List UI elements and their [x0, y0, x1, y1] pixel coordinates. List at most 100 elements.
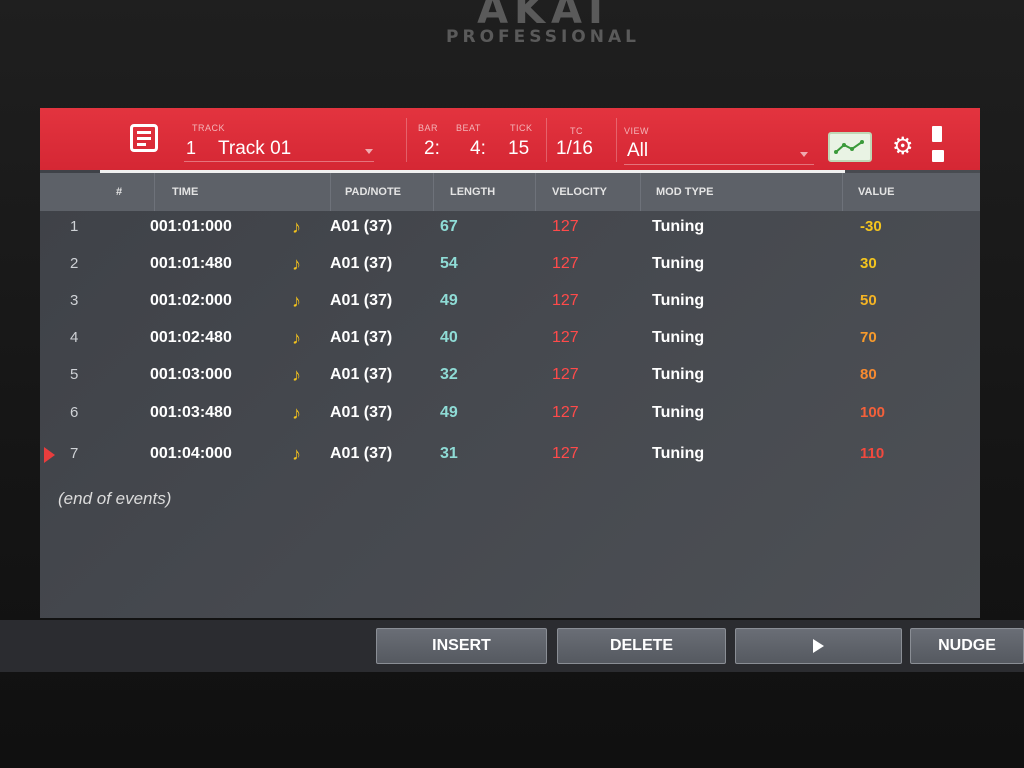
note-icon: ♪ — [292, 328, 301, 348]
event-number: 1 — [70, 218, 79, 235]
event-value[interactable]: 110 — [860, 435, 884, 473]
event-value[interactable]: 100 — [860, 394, 885, 432]
event-pad[interactable]: A01 (37) — [330, 356, 392, 394]
beat-value[interactable]: 4: — [470, 138, 486, 160]
event-length[interactable]: 49 — [440, 282, 458, 320]
insert-button[interactable]: INSERT — [376, 628, 547, 664]
event-pad[interactable]: A01 (37) — [330, 208, 392, 246]
event-time[interactable]: 001:02:480 — [150, 319, 232, 357]
end-of-events-label: (end of events) — [58, 489, 172, 508]
nudge-button[interactable]: NUDGE — [910, 628, 1024, 664]
event-length[interactable]: 32 — [440, 356, 458, 394]
event-length[interactable]: 40 — [440, 319, 458, 357]
col-length[interactable]: LENGTH — [450, 186, 495, 198]
event-length[interactable]: 67 — [440, 208, 458, 246]
event-mod-type[interactable]: Tuning — [652, 282, 704, 320]
tc-label: TC — [570, 126, 583, 136]
event-pad[interactable]: A01 (37) — [330, 435, 392, 473]
event-time[interactable]: 001:01:480 — [150, 245, 232, 283]
note-icon: ♪ — [292, 217, 301, 237]
col-velocity[interactable]: VELOCITY — [552, 186, 607, 198]
event-mod-type[interactable]: Tuning — [652, 394, 704, 432]
brand-sub: PROFESSIONAL — [446, 27, 640, 47]
event-value[interactable]: 30 — [860, 245, 877, 283]
cpu-icon — [932, 150, 944, 162]
track-field-underline — [184, 161, 374, 162]
event-number: 6 — [70, 404, 79, 421]
event-velocity[interactable]: 127 — [552, 394, 579, 432]
note-icon: ♪ — [292, 444, 301, 464]
event-value[interactable]: 70 — [860, 319, 877, 357]
event-value[interactable]: -30 — [860, 208, 882, 246]
track-dropdown-icon[interactable] — [365, 149, 373, 154]
tick-value[interactable]: 15 — [508, 138, 529, 160]
col-pad[interactable]: PAD/NOTE — [345, 186, 401, 198]
event-pad[interactable]: A01 (37) — [330, 394, 392, 432]
menu-icon[interactable] — [130, 124, 158, 152]
battery-icon — [932, 126, 942, 142]
col-mod-type[interactable]: MOD TYPE — [656, 186, 713, 198]
event-time[interactable]: 001:03:480 — [150, 394, 232, 432]
event-row[interactable]: 3 001:02:000 ♪ A01 (37) 49 127 Tuning 50 — [40, 282, 980, 320]
event-row[interactable]: 4 001:02:480 ♪ A01 (37) 40 127 Tuning 70 — [40, 319, 980, 357]
col-divider — [330, 173, 331, 211]
event-number: 3 — [70, 292, 79, 309]
delete-button[interactable]: DELETE — [557, 628, 726, 664]
col-time[interactable]: TIME — [172, 186, 198, 198]
col-divider — [433, 173, 434, 211]
track-number[interactable]: 1 — [186, 138, 196, 159]
track-name[interactable]: Track 01 — [218, 138, 291, 160]
event-time[interactable]: 001:01:000 — [150, 208, 232, 246]
header-divider — [546, 118, 547, 162]
event-length[interactable]: 54 — [440, 245, 458, 283]
note-icon: ♪ — [292, 291, 301, 311]
event-mod-type[interactable]: Tuning — [652, 319, 704, 357]
note-icon: ♪ — [292, 254, 301, 274]
event-row[interactable]: 2 001:01:480 ♪ A01 (37) 54 127 Tuning 30 — [40, 245, 980, 283]
event-number: 2 — [70, 255, 79, 272]
event-velocity[interactable]: 127 — [552, 356, 579, 394]
event-pad[interactable]: A01 (37) — [330, 319, 392, 357]
event-time[interactable]: 001:04:000 — [150, 435, 232, 473]
event-row-selected[interactable]: 7 001:04:000 ♪ A01 (37) 31 127 Tuning 11… — [40, 435, 980, 473]
event-velocity[interactable]: 127 — [552, 319, 579, 357]
play-icon — [813, 638, 824, 653]
event-row[interactable]: 6 001:03:480 ♪ A01 (37) 49 127 Tuning 10… — [40, 394, 980, 432]
play-button[interactable] — [735, 628, 902, 664]
screen: TRACK 1 Track 01 BAR 2: BEAT 4: TICK 1 5 … — [40, 108, 980, 618]
event-mod-type[interactable]: Tuning — [652, 245, 704, 283]
event-velocity[interactable]: 127 — [552, 208, 579, 246]
view-value[interactable]: All — [627, 140, 648, 162]
beat-label: BEAT — [456, 123, 481, 133]
col-value[interactable]: VALUE — [858, 186, 894, 198]
event-mod-type[interactable]: Tuning — [652, 208, 704, 246]
view-dropdown-icon[interactable] — [800, 152, 808, 157]
event-pad[interactable]: A01 (37) — [330, 282, 392, 320]
col-divider — [842, 173, 843, 211]
event-velocity[interactable]: 127 — [552, 435, 579, 473]
event-row[interactable]: 5 001:03:000 ♪ A01 (37) 32 127 Tuning 80 — [40, 356, 980, 394]
tc-value[interactable]: 1/16 — [556, 138, 593, 160]
event-number: 4 — [70, 329, 79, 346]
event-velocity[interactable]: 127 — [552, 282, 579, 320]
event-mod-type[interactable]: Tuning — [652, 435, 704, 473]
event-value[interactable]: 50 — [860, 282, 877, 320]
column-header-row: # TIME PAD/NOTE LENGTH VELOCITY MOD TYPE… — [40, 173, 980, 211]
tick-label: TICK — [510, 123, 533, 133]
event-length[interactable]: 49 — [440, 394, 458, 432]
bar-value[interactable]: 2: — [424, 138, 440, 160]
event-number: 5 — [70, 366, 79, 383]
event-velocity[interactable]: 127 — [552, 245, 579, 283]
gear-icon[interactable]: ⚙ — [892, 135, 914, 159]
event-pad[interactable]: A01 (37) — [330, 245, 392, 283]
event-time[interactable]: 001:02:000 — [150, 282, 232, 320]
event-row[interactable]: 1 001:01:000 ♪ A01 (37) 67 127 Tuning -3… — [40, 208, 980, 246]
automation-view-icon[interactable] — [828, 132, 872, 162]
event-time[interactable]: 001:03:000 — [150, 356, 232, 394]
col-divider — [154, 173, 155, 211]
view-field-underline — [624, 164, 814, 165]
event-length[interactable]: 31 — [440, 435, 458, 473]
event-mod-type[interactable]: Tuning — [652, 356, 704, 394]
brand-logo: AKAI PROFESSIONAL — [418, 0, 668, 46]
event-value[interactable]: 80 — [860, 356, 877, 394]
